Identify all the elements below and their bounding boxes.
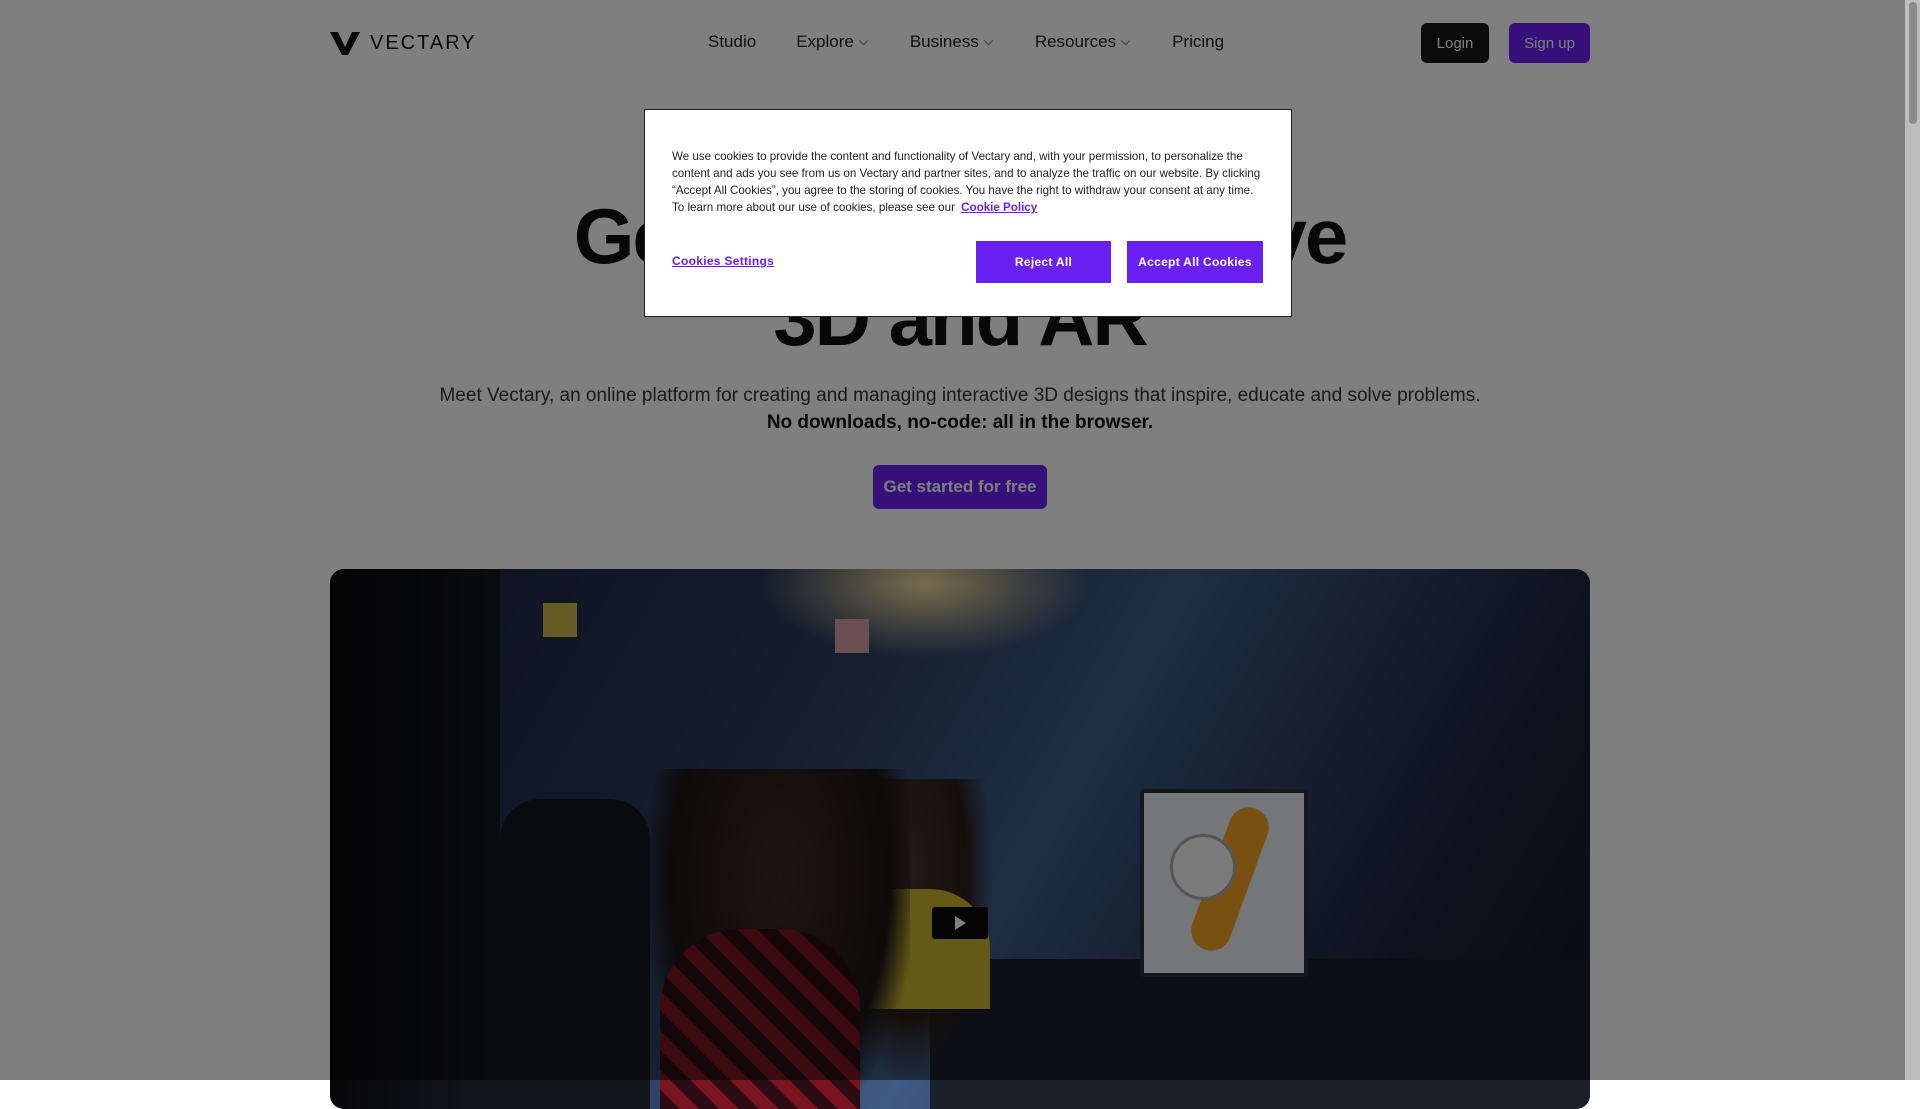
reject-all-button[interactable]: Reject All <box>976 241 1111 283</box>
cookie-consent-text: We use cookies to provide the content an… <box>672 148 1264 216</box>
accept-all-cookies-button[interactable]: Accept All Cookies <box>1127 241 1263 283</box>
cookie-policy-link[interactable]: Cookie Policy <box>961 201 1037 214</box>
scrollbar-track[interactable] <box>1905 0 1920 1080</box>
cookie-consent-dialog: We use cookies to provide the content an… <box>644 109 1292 317</box>
cookies-settings-link[interactable]: Cookies Settings <box>672 254 774 268</box>
scrollbar-thumb[interactable] <box>1909 2 1917 124</box>
